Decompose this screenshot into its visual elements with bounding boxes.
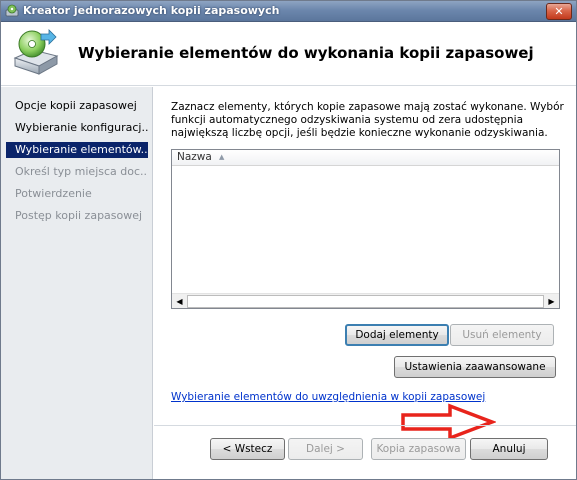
cancel-button[interactable]: Anuluj (470, 438, 548, 460)
items-list[interactable]: Nazwa ▲ ◀ ▶ (171, 149, 560, 309)
content-panel: Zaznacz elementy, których kopie zapasowe… (154, 87, 576, 441)
wizard-header: Wybieranie elementów do wykonania kopii … (1, 22, 576, 86)
scroll-left-icon[interactable]: ◀ (172, 294, 187, 309)
column-name-label[interactable]: Nazwa (177, 151, 212, 163)
advanced-settings-button[interactable]: Ustawienia zaawansowane (394, 356, 556, 378)
backup-app-icon (5, 4, 19, 17)
backup-disk-icon (13, 29, 59, 75)
start-backup-button: Kopia zapasowa (371, 438, 466, 460)
step-destination-type: Określ typ miejsca doc... (15, 165, 148, 178)
back-button[interactable]: < Wstecz (210, 438, 285, 460)
scroll-right-icon[interactable]: ▶ (544, 294, 559, 309)
step-confirmation: Potwierdzenie (15, 187, 92, 200)
scrollbar-thumb[interactable] (187, 295, 544, 308)
red-arrow-annotation-icon (401, 403, 496, 441)
window-title: Kreator jednorazowych kopii zapasowych (23, 4, 280, 17)
sort-ascending-icon: ▲ (219, 153, 225, 161)
page-title: Wybieranie elementów do wykonania kopii … (78, 44, 534, 62)
close-button[interactable]: ✕ (546, 3, 572, 20)
main-content: Zaznacz elementy, których kopie zapasowe… (154, 87, 576, 479)
list-column-header[interactable]: Nazwa ▲ (172, 150, 559, 166)
close-icon: ✕ (554, 5, 564, 18)
add-items-button[interactable]: Dodaj elementy (345, 324, 449, 346)
step-backup-options[interactable]: Opcje kopii zapasowej (6, 98, 148, 114)
instructions-text: Zaznacz elementy, których kopie zapasowe… (171, 101, 564, 139)
step-backup-progress: Postęp kopii zapasowej (15, 209, 143, 222)
horizontal-scrollbar[interactable]: ◀ ▶ (172, 293, 559, 308)
step-select-configuration[interactable]: Wybieranie konfiguracj... (6, 120, 148, 136)
help-link[interactable]: Wybieranie elementów do uwzględnienia w … (171, 391, 485, 403)
remove-items-button: Usuń elementy (450, 324, 554, 346)
footer-divider (154, 425, 576, 426)
wizard-window: Kreator jednorazowych kopii zapasowych ✕ (0, 0, 577, 480)
next-button: Dalej > (288, 438, 363, 460)
step-select-items[interactable]: Wybieranie elementów... (6, 142, 148, 158)
wizard-steps-sidebar: Opcje kopii zapasowej Wybieranie konfigu… (1, 87, 153, 479)
title-bar[interactable]: Kreator jednorazowych kopii zapasowych ✕ (1, 1, 576, 22)
